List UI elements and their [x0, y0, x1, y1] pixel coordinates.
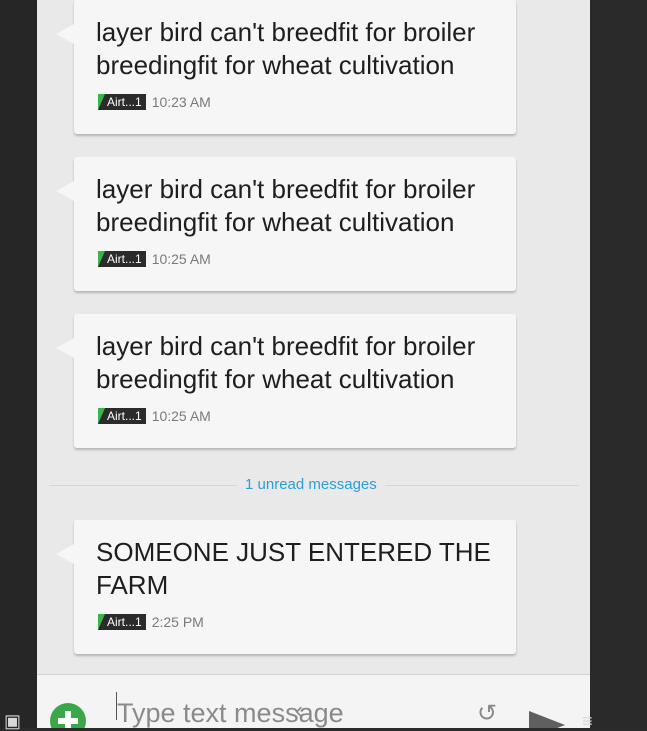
unread-messages-label: 1 unread messages [237, 476, 385, 493]
message-meta: Airt...1 10:25 AM [98, 408, 211, 424]
message-text: layer bird can't breedfit for broiler br… [96, 331, 476, 394]
recents-icon[interactable]: ↺ [477, 699, 497, 728]
message-text: layer bird can't breedfit for broiler br… [96, 174, 476, 237]
message-composer: ‹ ↺ [37, 674, 590, 728]
message-bubble[interactable]: layer bird can't breedfit for broiler br… [56, 157, 516, 291]
menu-icon[interactable]: ≡ [582, 712, 593, 730]
message-text: SOMEONE JUST ENTERED THE FARM [96, 537, 491, 600]
message-time: 2:25 PM [151, 614, 204, 630]
sim-badge: Airt...1 [98, 408, 146, 424]
left-border [0, 0, 37, 728]
right-border [590, 0, 647, 728]
sim-badge: Airt...1 [98, 251, 146, 267]
message-bubble[interactable]: SOMEONE JUST ENTERED THE FARM Airt...1 2… [56, 520, 516, 654]
screenshot-icon[interactable]: ▣ [4, 712, 21, 730]
message-time: 10:25 AM [151, 408, 211, 424]
back-icon[interactable]: ‹ [295, 697, 303, 725]
sim-badge: Airt...1 [98, 614, 146, 630]
conversation-screen: layer bird can't breedfit for broiler br… [37, 0, 590, 728]
message-time: 10:23 AM [151, 94, 211, 110]
message-bubble[interactable]: layer bird can't breedfit for broiler br… [56, 314, 516, 448]
message-time: 10:25 AM [151, 251, 211, 267]
message-meta: Airt...1 2:25 PM [98, 614, 204, 630]
sim-badge: Airt...1 [98, 94, 146, 110]
send-icon[interactable] [529, 711, 565, 728]
message-meta: Airt...1 10:23 AM [98, 94, 211, 110]
message-text: layer bird can't breedfit for broiler br… [96, 17, 476, 80]
message-bubble[interactable]: layer bird can't breedfit for broiler br… [56, 0, 516, 134]
message-meta: Airt...1 10:25 AM [98, 251, 211, 267]
add-circle-icon[interactable] [50, 703, 86, 728]
message-input[interactable] [117, 695, 497, 728]
